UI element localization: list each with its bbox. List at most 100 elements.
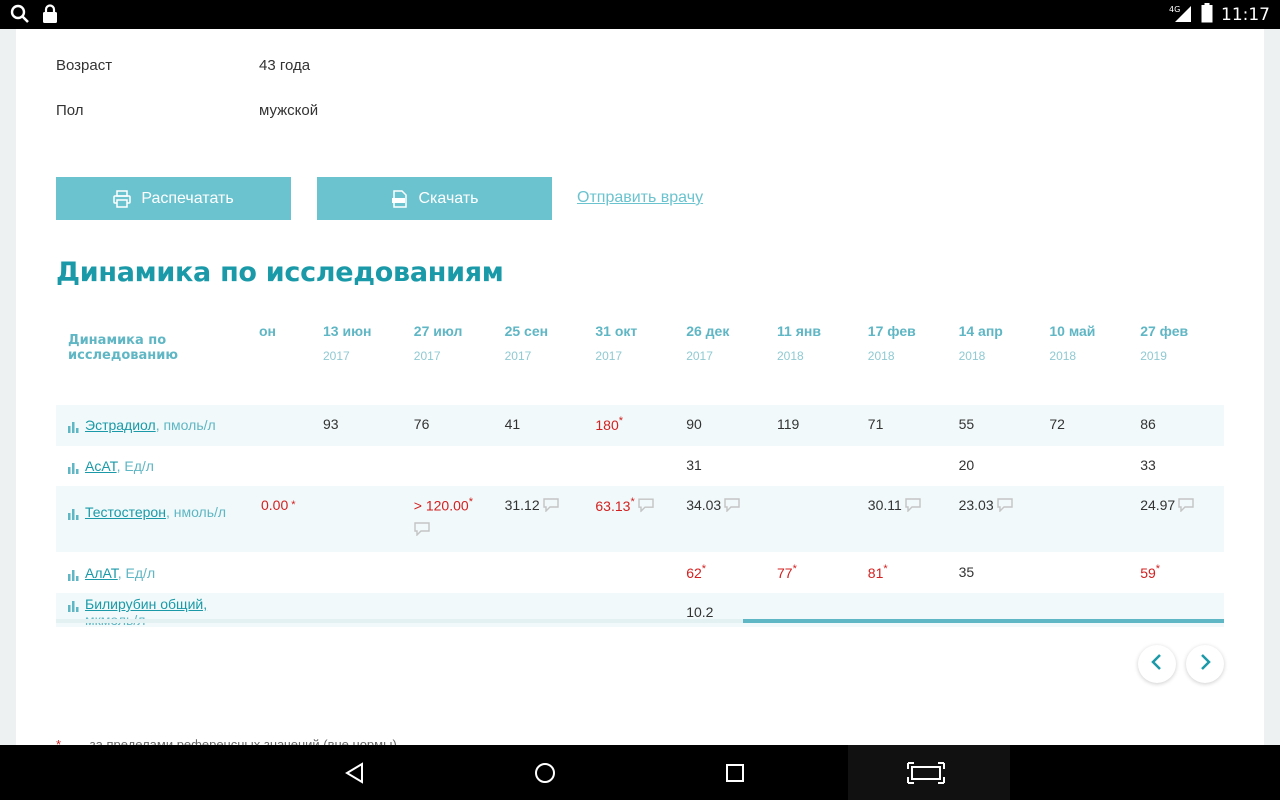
column-date: 14 апр [958, 323, 1003, 339]
value-cell: 77* [777, 563, 797, 581]
value-cell: 93 [323, 416, 339, 432]
value-text: > 120.00* [413, 496, 473, 514]
comment-icon[interactable] [414, 521, 430, 537]
value-text: 119 [777, 416, 800, 432]
value-cell: 90 [686, 416, 702, 432]
bar-chart-icon[interactable] [68, 507, 79, 523]
column-header: 27 июл 2017 [414, 323, 463, 363]
column-year: 2017 [323, 349, 350, 363]
value-cell: 23.03 [959, 497, 1013, 513]
bar-chart-icon[interactable] [68, 461, 79, 477]
out-of-range-marker: * [883, 563, 888, 576]
value-cell: 72 [1049, 416, 1065, 432]
value-text: 23.03 [958, 497, 994, 513]
fullscreen-icon[interactable] [904, 758, 948, 788]
column-header: 25 сен 2017 [505, 323, 549, 363]
analyte-name-cell[interactable]: Тестостерон, нмоль/л [68, 504, 226, 523]
column-header: 13 июн 2017 [323, 323, 371, 363]
back-icon[interactable] [340, 758, 370, 788]
column-date: 31 окт [595, 323, 638, 339]
column-year: 2017 [686, 349, 713, 363]
battery-icon [1201, 3, 1213, 27]
download-button[interactable]: Скачать [317, 177, 552, 220]
analyte-link[interactable]: Эстрадиол [85, 417, 156, 433]
comment-icon[interactable] [542, 498, 559, 513]
fixed-column: Динамика по исследованию Эстрадиол, пмол… [56, 315, 252, 627]
home-icon[interactable] [530, 758, 560, 788]
value-text: 24.97 [1140, 497, 1176, 513]
bar-chart-icon[interactable] [68, 568, 79, 584]
horizontal-scrollbar[interactable] [56, 619, 1224, 623]
value-cell: 180* [595, 415, 623, 433]
column-year: 2018 [1049, 349, 1077, 363]
value-cell: 41 [505, 416, 521, 432]
comment-icon[interactable] [1178, 498, 1194, 513]
analyte-name-cell[interactable]: АлАТ, Ед/л [68, 565, 155, 584]
bar-chart-icon[interactable] [68, 420, 79, 436]
value-text: 35 [958, 564, 975, 580]
column-date: 26 дек [686, 323, 730, 339]
navigation-bar [0, 745, 1280, 800]
analyte-unit: , Ед/л [116, 458, 154, 474]
column-date: 11 янв [777, 323, 821, 339]
column-date: 27 июл [413, 323, 463, 339]
fixed-column-header: Динамика по исследованию [68, 333, 179, 363]
value-text: 30.11 [867, 497, 902, 513]
column-date: 17 фев [867, 323, 916, 339]
value-text: 55 [958, 416, 975, 432]
value-cell: 31 [686, 457, 702, 473]
value-text: 63.13* [595, 496, 635, 514]
recents-icon[interactable] [720, 758, 750, 788]
value-cell: 34.03 [686, 497, 740, 513]
value-text: 81* [867, 563, 888, 581]
column-header: 31 окт 2017 [595, 323, 637, 363]
scroll-left-button[interactable] [1138, 645, 1176, 683]
analyte-link[interactable]: Билирубин общий, [85, 596, 207, 612]
print-button[interactable]: Распечатать [56, 177, 291, 220]
column-year: 2017 [504, 349, 532, 363]
value-text: 62* [686, 563, 707, 581]
analyte-link[interactable]: Тестостерон [85, 504, 166, 520]
clock: 11:17 [1221, 5, 1270, 25]
out-of-range-marker: * [291, 499, 296, 511]
value-text: 31.12 [504, 497, 540, 513]
analyte-unit: , нмоль/л [165, 504, 227, 520]
column-year: 2017 [595, 349, 623, 363]
value-cell: 10.2 [686, 604, 713, 620]
value-text: 10.2 [686, 604, 714, 620]
value-cell: 76 [414, 416, 430, 432]
column-header: 10 май 2018 [1049, 323, 1095, 363]
comment-icon[interactable] [724, 498, 740, 513]
send-to-doctor-link[interactable]: Отправить врачу [577, 189, 703, 207]
footnote-text: — за пределами референсных значений (вне… [73, 737, 397, 745]
analyte-name-cell[interactable]: АсАТ, Ед/л [68, 458, 154, 477]
scrollbar-thumb[interactable] [743, 619, 1224, 623]
value-cell: 119 [777, 416, 799, 432]
footnote-marker: * [56, 737, 62, 745]
column-header: 11 янв 2018 [777, 323, 821, 363]
comment-icon[interactable] [638, 498, 654, 513]
bar-chart-icon[interactable] [68, 599, 79, 615]
file-download-icon [391, 189, 409, 208]
column-header: 26 дек 2017 [686, 323, 729, 363]
value-text: 31 [686, 457, 702, 473]
value-cell: 24.97 [1140, 497, 1194, 513]
column-year: 2018 [777, 349, 804, 363]
scroll-right-button[interactable] [1186, 645, 1224, 683]
value-cell: 31.12 [505, 497, 559, 513]
download-label: Скачать [418, 189, 479, 207]
analyte-name-cell[interactable]: Эстрадиол, пмоль/л [68, 417, 216, 436]
out-of-range-marker: * [618, 415, 624, 428]
value-cell: 59* [1140, 563, 1160, 581]
value-cell: 81* [868, 563, 888, 581]
comment-icon[interactable] [996, 498, 1013, 513]
value-text: 33 [1140, 457, 1156, 473]
analyte-link[interactable]: АсАТ [85, 458, 117, 474]
column-date-partial: он [259, 323, 277, 339]
footnote: * — за пределами референсных значений (вн… [56, 737, 397, 745]
column-date: 25 сен [504, 323, 549, 339]
comment-icon[interactable] [905, 498, 921, 513]
out-of-range-marker: * [630, 496, 635, 509]
analyte-link[interactable]: АлАТ [85, 565, 118, 581]
results-table[interactable]: он 93 76 41 180* 90 119 71 55 72 86 31 20 33 0.00 * > 1… [56, 315, 1224, 627]
